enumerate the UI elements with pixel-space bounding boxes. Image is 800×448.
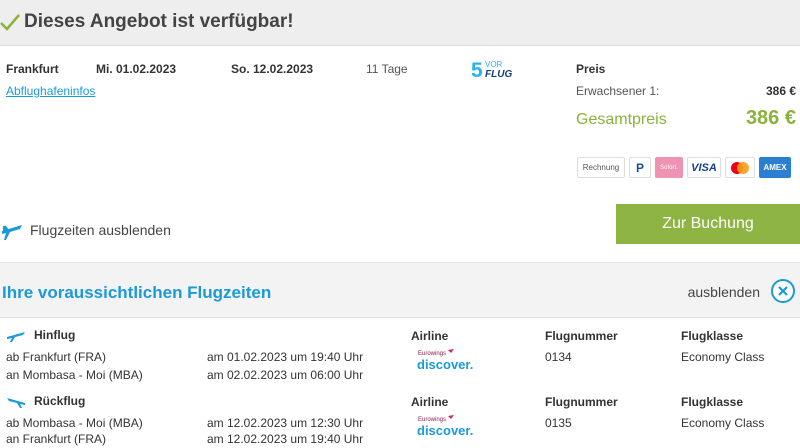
visa-icon: VISA [687,157,721,178]
adult-price-label: Erwachsener 1: [576,84,660,98]
total-price-value: 386 € [745,107,796,129]
logo-top-text: VOR [485,60,503,69]
flight-class-column-header: Flugklasse [681,329,744,343]
hide-flight-times-link[interactable]: ausblenden [688,284,760,300]
book-button[interactable]: Zur Buchung [616,204,800,244]
airport-info-link[interactable]: Abflughafeninfos [6,84,95,98]
adult-price-value: 386 € [765,84,796,98]
invoice-icon: Rechnung [577,157,625,178]
total-price-label: Gesamtpreis [576,111,667,128]
flight-number-column-header: Flugnummer [545,395,618,409]
availability-banner: Dieses Angebot ist verfügbar! [0,0,800,46]
eurowings-discover-logo: Eurowings discover. [417,349,473,372]
depart-date: Mi. 01.02.2023 [96,62,177,76]
return-to: an Frankfurt (FRA) [6,432,107,446]
close-circle-icon[interactable] [770,278,796,304]
check-icon [0,14,20,31]
outbound-from-time: am 01.02.2023 um 19:40 Uhr [207,350,364,364]
return-from: ab Mombasa - Moi (MBA) [6,416,143,430]
flight-times-title: Ihre voraussichtlichen Flugzeiten [2,283,272,302]
flight-number-column-header: Flugnummer [545,329,618,343]
sofort-icon: Sofort. [655,157,683,178]
trip-duration: 11 Tage [366,62,408,76]
outbound-flight-number: 0134 [545,350,572,364]
airline-column-header: Airline [411,329,449,343]
operator-logo: 5 VOR FLUG [471,59,512,80]
plane-icon [7,332,25,342]
return-label: Rückflug [34,394,86,408]
flight-times-header: Ihre voraussichtlichen Flugzeiten ausble… [0,262,800,318]
departure-city: Frankfurt [6,62,59,76]
mastercard-icon [725,157,755,178]
amex-icon: AMEX [759,157,791,178]
return-flight-number: 0135 [545,416,572,430]
airline-logo-big-text: discover. [417,423,473,438]
return-from-time: am 12.02.2023 um 12:30 Uhr [207,416,364,430]
plane-icon [2,225,22,240]
payment-methods: Rechnung P Sofort. VISA AMEX [577,157,791,178]
outbound-to: an Mombasa - Moi (MBA) [6,368,143,382]
flight-class-column-header: Flugklasse [681,395,744,409]
logo-bottom-text: FLUG [485,69,512,80]
hide-flight-times-label: Flugzeiten ausblenden [30,222,171,238]
outbound-to-time: am 02.02.2023 um 06:00 Uhr [207,368,364,382]
outbound-heading: Hinflug [6,328,75,342]
return-to-time: am 12.02.2023 um 19:40 Uhr [207,432,364,446]
logo-number: 5 [471,59,483,80]
hide-flight-times-toggle[interactable]: Flugzeiten ausblenden [0,218,171,242]
price-heading: Preis [576,62,606,76]
availability-title: Dieses Angebot ist verfügbar! [24,11,294,32]
return-date: So. 12.02.2023 [231,62,314,76]
outbound-label: Hinflug [34,328,76,342]
plane-icon [7,398,25,408]
return-flight-class: Economy Class [681,416,765,430]
paypal-icon: P [629,157,651,178]
eurowings-discover-logo: Eurowings discover. [417,415,473,438]
outbound-from: ab Frankfurt (FRA) [6,350,107,364]
outbound-flight-class: Economy Class [681,350,765,364]
airline-logo-big-text: discover. [417,357,473,372]
airline-column-header: Airline [411,395,449,409]
return-heading: Rückflug [6,394,85,408]
